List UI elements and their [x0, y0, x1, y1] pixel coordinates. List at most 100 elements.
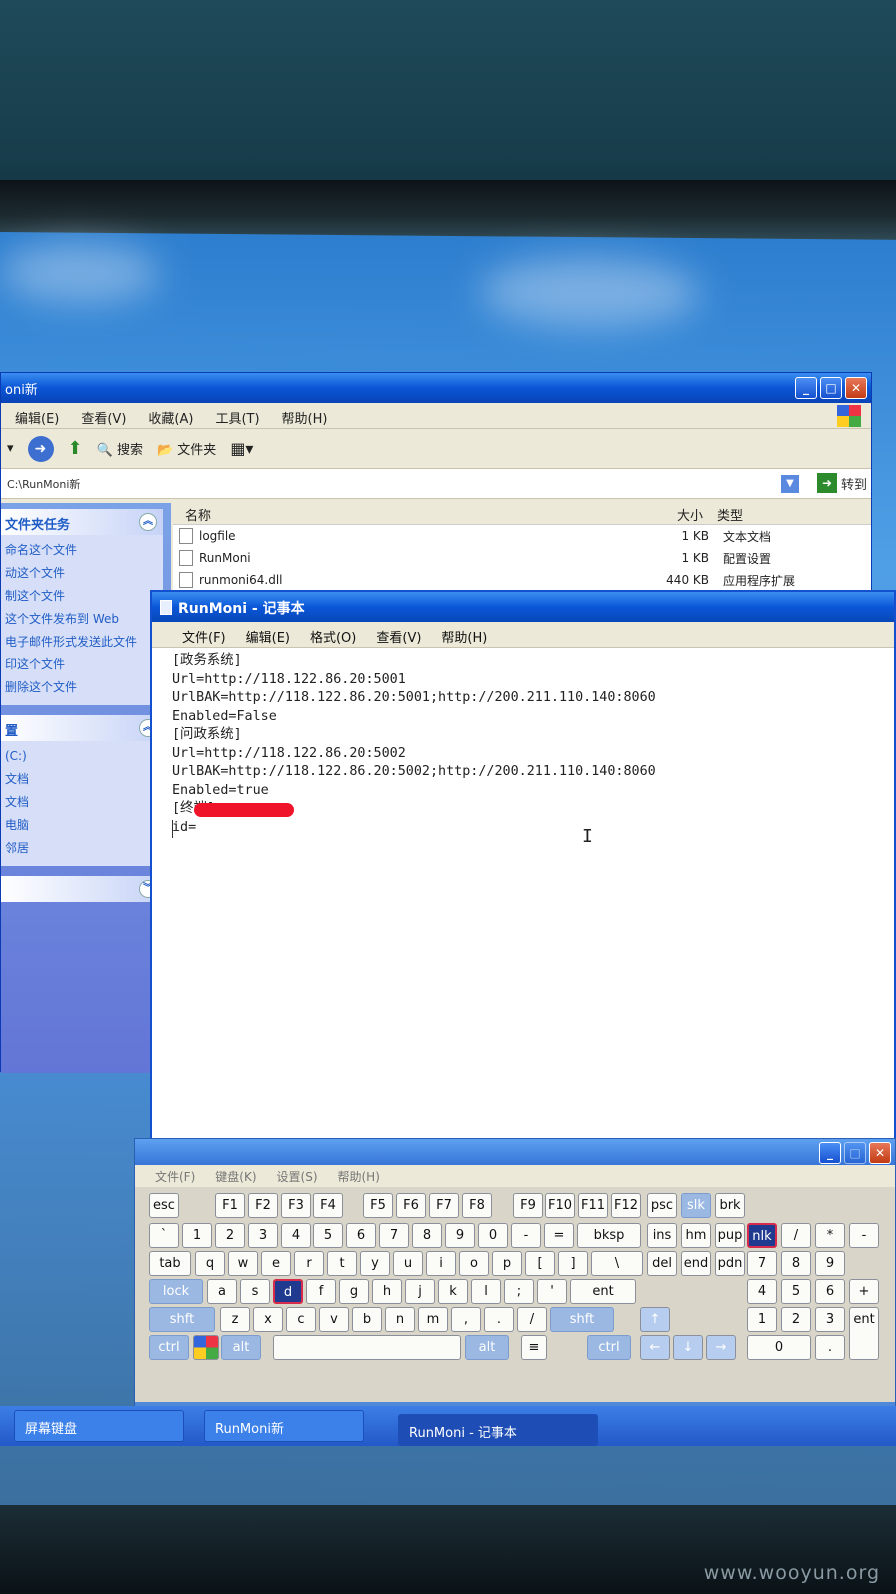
- file-row[interactable]: logfile 1 KB 文本文档: [173, 525, 871, 547]
- key-space-8[interactable]: .: [815, 1335, 845, 1360]
- key-num-8[interactable]: 8: [412, 1223, 442, 1248]
- key-space-1[interactable]: alt: [221, 1335, 261, 1360]
- key-fn-14[interactable]: slk: [681, 1193, 711, 1218]
- key-bottom-10[interactable]: /: [517, 1307, 547, 1332]
- key-bottom-1[interactable]: z: [220, 1307, 250, 1332]
- key-num-2[interactable]: 2: [215, 1223, 245, 1248]
- key-fn-13[interactable]: psc: [647, 1193, 677, 1218]
- key-bottom-15[interactable]: 3: [815, 1307, 845, 1332]
- place-my-documents[interactable]: 文档: [5, 768, 159, 791]
- key-num-15[interactable]: hm: [681, 1223, 711, 1248]
- key-top-16[interactable]: pdn: [715, 1251, 745, 1276]
- forward-button[interactable]: ➜: [27, 435, 54, 462]
- key-fn-12[interactable]: F12: [611, 1193, 641, 1218]
- key-num-0[interactable]: `: [149, 1223, 179, 1248]
- back-dropdown-icon[interactable]: ▾: [7, 441, 14, 456]
- minimize-button[interactable]: _: [819, 1142, 841, 1164]
- key-bottom-13[interactable]: 1: [747, 1307, 777, 1332]
- file-tasks-header[interactable]: 文件夹任务 ︽: [1, 509, 163, 535]
- key-top-11[interactable]: [: [525, 1251, 555, 1276]
- key-num-7[interactable]: 7: [379, 1223, 409, 1248]
- collapse-chevron-icon[interactable]: ︽: [139, 513, 157, 531]
- key-num-6[interactable]: 6: [346, 1223, 376, 1248]
- key-top-5[interactable]: t: [327, 1251, 357, 1276]
- key-bottom-12[interactable]: ↑: [640, 1307, 670, 1332]
- key-fn-11[interactable]: F11: [578, 1193, 608, 1218]
- menu-help[interactable]: 帮助(H): [441, 627, 487, 646]
- col-type[interactable]: 类型: [703, 505, 743, 524]
- key-num-13[interactable]: bksp: [577, 1223, 641, 1248]
- menu-keyboard[interactable]: 键盘(K): [215, 1168, 256, 1184]
- col-name[interactable]: 名称: [173, 505, 643, 524]
- key-home-4[interactable]: f: [306, 1279, 336, 1304]
- key-space-9[interactable]: ent: [849, 1307, 879, 1360]
- menu-settings[interactable]: 设置(S): [277, 1168, 318, 1184]
- key-top-4[interactable]: r: [294, 1251, 324, 1276]
- search-button[interactable]: 🔍 搜索: [97, 439, 143, 458]
- key-bottom-8[interactable]: ,: [451, 1307, 481, 1332]
- details-header[interactable]: ︾: [1, 876, 163, 902]
- windows-key-icon[interactable]: [193, 1335, 219, 1360]
- key-bottom-11[interactable]: shft: [550, 1307, 614, 1332]
- key-num-5[interactable]: 5: [313, 1223, 343, 1248]
- key-fn-7[interactable]: F7: [429, 1193, 459, 1218]
- key-space-4[interactable]: ←: [640, 1335, 670, 1360]
- task-publish[interactable]: 这个文件发布到 Web: [5, 608, 159, 631]
- key-space-2[interactable]: alt: [465, 1335, 509, 1360]
- menu-favorites[interactable]: 收藏(A): [148, 408, 193, 427]
- key-home-9[interactable]: l: [471, 1279, 501, 1304]
- menu-help[interactable]: 帮助(H): [282, 408, 328, 427]
- key-home-13[interactable]: 4: [747, 1279, 777, 1304]
- task-email[interactable]: 电子邮件形式发送此文件: [5, 631, 159, 653]
- key-home-5[interactable]: g: [339, 1279, 369, 1304]
- key-top-13[interactable]: \: [591, 1251, 643, 1276]
- key-space-3[interactable]: ctrl: [587, 1335, 631, 1360]
- key-home-12[interactable]: ent: [570, 1279, 636, 1304]
- key-home-11[interactable]: ': [537, 1279, 567, 1304]
- key-home-0[interactable]: lock: [149, 1279, 203, 1304]
- key-bottom-14[interactable]: 2: [781, 1307, 811, 1332]
- keyboard-titlebar[interactable]: _ □ ✕: [135, 1139, 895, 1165]
- taskbar-item-keyboard[interactable]: 屏幕键盘: [14, 1410, 184, 1442]
- place-drive-c[interactable]: (C:): [5, 745, 159, 768]
- key-space-5[interactable]: ↓: [673, 1335, 703, 1360]
- key-home-2[interactable]: s: [240, 1279, 270, 1304]
- task-delete[interactable]: 删除这个文件: [5, 676, 159, 699]
- key-home-7[interactable]: j: [405, 1279, 435, 1304]
- key-top-15[interactable]: end: [681, 1251, 711, 1276]
- key-fn-10[interactable]: F10: [545, 1193, 575, 1218]
- place-network[interactable]: 邻居: [5, 837, 159, 860]
- key-top-1[interactable]: q: [195, 1251, 225, 1276]
- task-rename[interactable]: 命名这个文件: [5, 539, 159, 562]
- key-bottom-3[interactable]: c: [286, 1307, 316, 1332]
- key-bottom-9[interactable]: .: [484, 1307, 514, 1332]
- maximize-button[interactable]: □: [820, 377, 842, 399]
- address-dropdown-icon[interactable]: ▼: [781, 475, 799, 493]
- key-num-19[interactable]: *: [815, 1223, 845, 1248]
- key-num-16[interactable]: pup: [715, 1223, 745, 1248]
- key-top-8[interactable]: i: [426, 1251, 456, 1276]
- other-places-header[interactable]: 置 ︽: [1, 715, 163, 741]
- close-button[interactable]: ✕: [869, 1142, 891, 1164]
- key-top-7[interactable]: u: [393, 1251, 423, 1276]
- key-bottom-0[interactable]: shft: [149, 1307, 215, 1332]
- key-home-16[interactable]: +: [849, 1279, 879, 1304]
- menu-file[interactable]: 文件(F): [182, 627, 226, 646]
- task-print[interactable]: 印这个文件: [5, 653, 159, 676]
- key-num-12[interactable]: =: [544, 1223, 574, 1248]
- key-fn-9[interactable]: F9: [513, 1193, 543, 1218]
- key-home-14[interactable]: 5: [781, 1279, 811, 1304]
- key-fn-0[interactable]: esc: [149, 1193, 179, 1218]
- key-fn-5[interactable]: F5: [363, 1193, 393, 1218]
- key-top-9[interactable]: o: [459, 1251, 489, 1276]
- key-fn-15[interactable]: brk: [715, 1193, 745, 1218]
- key-num-17[interactable]: nlk: [747, 1223, 777, 1248]
- menu-format[interactable]: 格式(O): [310, 627, 356, 646]
- key-top-18[interactable]: 8: [781, 1251, 811, 1276]
- key-fn-1[interactable]: F1: [215, 1193, 245, 1218]
- key-top-17[interactable]: 7: [747, 1251, 777, 1276]
- menu-edit[interactable]: 编辑(E): [15, 408, 59, 427]
- task-copy[interactable]: 制这个文件: [5, 585, 159, 608]
- key-space-0[interactable]: ctrl: [149, 1335, 189, 1360]
- close-button[interactable]: ✕: [845, 377, 867, 399]
